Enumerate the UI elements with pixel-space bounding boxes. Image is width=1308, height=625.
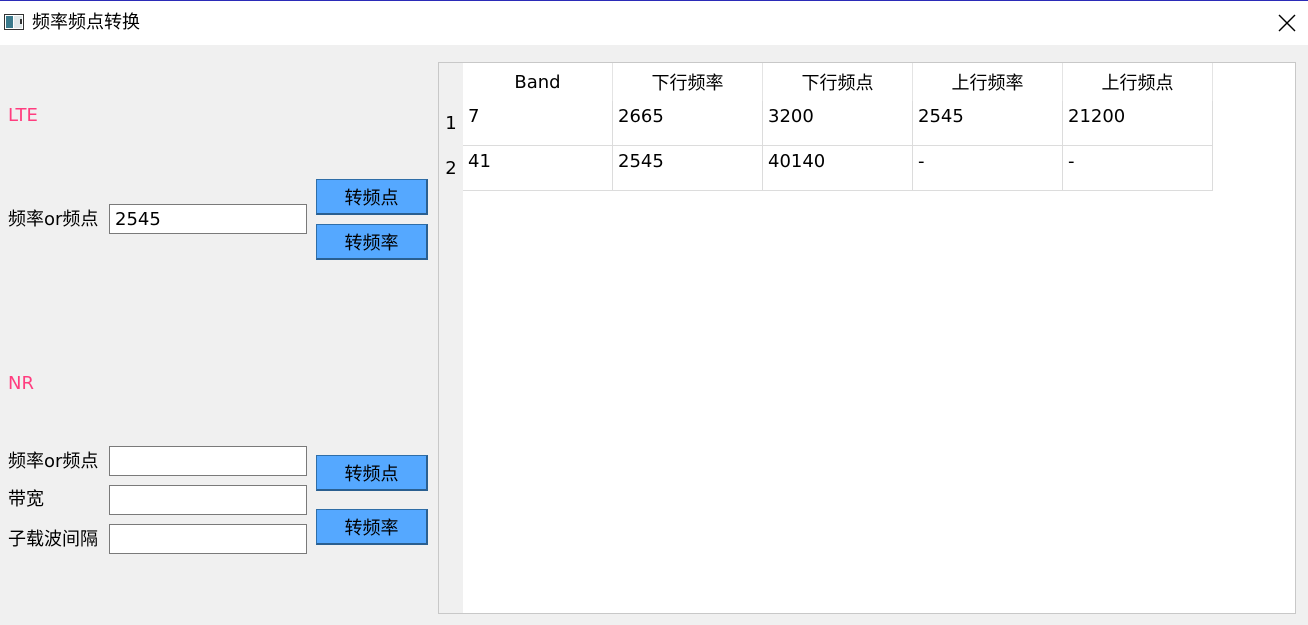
- lte-section-label: LTE: [8, 105, 38, 126]
- table-cell[interactable]: 2545: [613, 146, 763, 191]
- column-header-ul-freq[interactable]: 上行频率: [913, 63, 1063, 101]
- close-icon: [1278, 14, 1296, 32]
- row-header[interactable]: 2: [439, 146, 463, 191]
- table-cell[interactable]: 2665: [613, 101, 763, 146]
- nr-bandwidth-label: 带宽: [8, 489, 44, 510]
- table-cell[interactable]: -: [913, 146, 1063, 191]
- column-header-ul-earfcn[interactable]: 上行频点: [1063, 63, 1213, 101]
- table-corner: [439, 63, 463, 101]
- nr-to-freq-button[interactable]: 转频率: [316, 509, 428, 545]
- window-title: 频率频点转换: [32, 12, 140, 33]
- lte-to-freq-button[interactable]: 转频率: [316, 224, 428, 260]
- table-cell[interactable]: 7: [463, 101, 613, 146]
- app-window: 频率频点转换 LTE 频率or频点 转频点 转频率 NR 频率or频点 带宽 子…: [0, 0, 1308, 625]
- nr-freq-label: 频率or频点: [8, 451, 99, 472]
- lte-to-earfcn-button[interactable]: 转频点: [316, 179, 428, 215]
- lte-freq-label: 频率or频点: [8, 209, 99, 230]
- table-cell[interactable]: 41: [463, 146, 613, 191]
- table-cell[interactable]: 21200: [1063, 101, 1213, 146]
- close-button[interactable]: [1270, 7, 1304, 39]
- nr-section-label: NR: [8, 373, 34, 394]
- title-bar: 频率频点转换: [0, 1, 1308, 45]
- app-icon: [4, 14, 24, 30]
- column-header-dl-freq[interactable]: 下行频率: [613, 63, 763, 101]
- nr-to-arfcn-button[interactable]: 转频点: [316, 455, 428, 491]
- table-cell[interactable]: 3200: [763, 101, 913, 146]
- nr-freq-input[interactable]: [109, 446, 307, 476]
- column-header-dl-earfcn[interactable]: 下行频点: [763, 63, 913, 101]
- results-table[interactable]: Band 下行频率 下行频点 上行频率 上行频点 1 7 2665 3200 2…: [438, 62, 1296, 614]
- row-header[interactable]: 1: [439, 101, 463, 146]
- table-cell[interactable]: 2545: [913, 101, 1063, 146]
- nr-scs-input[interactable]: [109, 524, 307, 554]
- table-cell[interactable]: 40140: [763, 146, 913, 191]
- nr-bandwidth-input[interactable]: [109, 485, 307, 515]
- table-cell[interactable]: -: [1063, 146, 1213, 191]
- lte-freq-input[interactable]: [109, 204, 307, 234]
- column-header-band[interactable]: Band: [463, 63, 613, 101]
- nr-scs-label: 子载波间隔: [8, 529, 98, 550]
